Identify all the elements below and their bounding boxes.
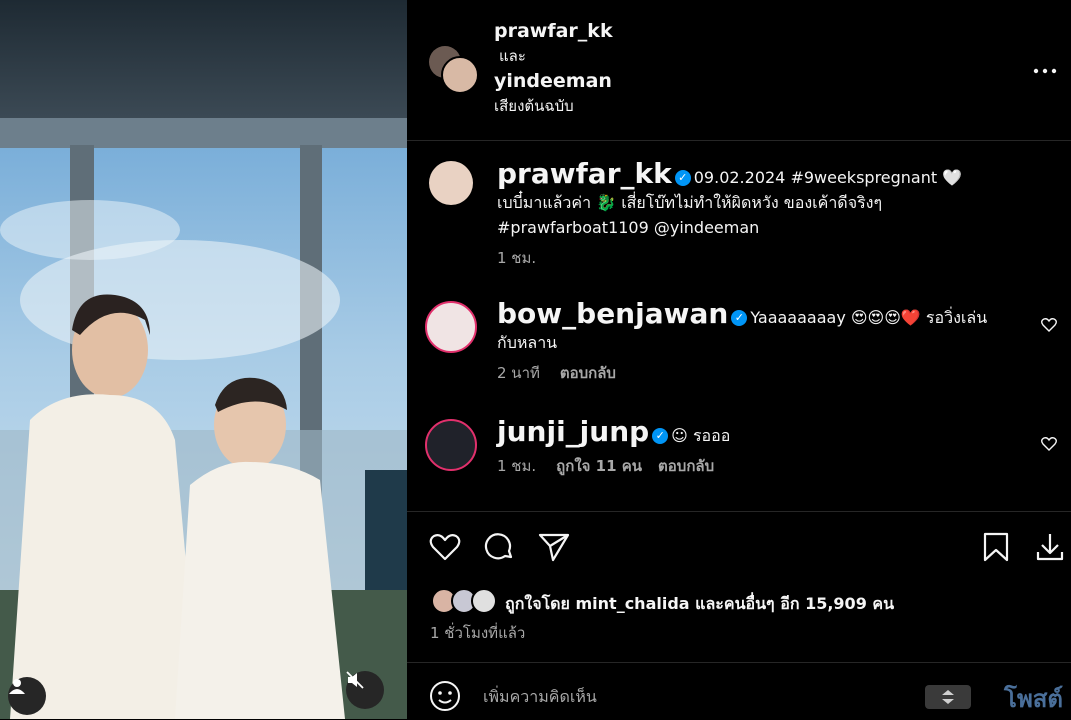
comment-username[interactable]: junji_junp (497, 415, 649, 448)
header-and: และ (499, 47, 526, 65)
post-media[interactable] (0, 0, 407, 719)
download-icon[interactable] (1035, 532, 1065, 562)
verified-badge-icon: ✓ (731, 310, 748, 326)
emoji-icon[interactable] (429, 680, 461, 712)
caption-avatar[interactable] (429, 161, 473, 205)
comment-composer: เพิ่มความคิดเห็น โพสต์ (407, 662, 1071, 720)
heart-outline-icon (1041, 318, 1057, 332)
comment-input[interactable]: เพิ่มความคิดเห็น (483, 685, 597, 710)
chevron-updown-icon (942, 690, 954, 704)
post-panel: prawfar_kk และ yindeeman เสียงต้นฉบับ pr… (407, 0, 1071, 719)
comment-time: 2 นาที (497, 364, 540, 382)
caption-text-line3: #prawfarboat1109 @yindeeman (497, 218, 760, 237)
likes-summary[interactable]: ถูกใจโดย mint_chalida และคนอื่นๆ อีก 15,… (505, 592, 894, 617)
caption-username[interactable]: prawfar_kk (497, 157, 672, 190)
comment-like-button[interactable] (1041, 317, 1057, 336)
liker-avatars-stack (431, 588, 497, 614)
comment-avatar[interactable] (425, 301, 477, 353)
tagged-users-button[interactable] (8, 677, 46, 715)
comment-avatar[interactable] (425, 419, 477, 471)
comment-username[interactable]: bow_benjawan (497, 297, 728, 330)
post-timestamp: 1 ชั่วโมงที่แล้ว (430, 624, 526, 642)
send-icon[interactable] (538, 532, 570, 562)
user-icon (9, 679, 25, 694)
reply-button[interactable]: ตอบกลับ (560, 364, 616, 382)
caption-text-line1: 09.02.2024 #9weekspregnant 🤍 (693, 168, 963, 187)
caption-time: 1 ชม. (497, 249, 537, 267)
verified-badge-icon: ✓ (674, 170, 691, 186)
more-options-button[interactable] (1033, 55, 1057, 80)
scroll-arrows[interactable] (925, 685, 971, 709)
verified-badge-icon: ✓ (652, 428, 669, 444)
mute-icon (346, 671, 364, 689)
post-header: prawfar_kk และ yindeeman เสียงต้นฉบับ (407, 0, 1071, 141)
comment-text-line2: กับหลาน (497, 333, 558, 352)
caption-text-line2: เบบี๋มาแล้วค่า 🐉 เสี่ยโบ๊ทไม่ทำให้ผิดหวั… (497, 193, 883, 212)
bookmark-icon[interactable] (983, 532, 1009, 562)
comment-like-button[interactable] (1041, 436, 1057, 455)
header-user2[interactable]: yindeeman (494, 69, 613, 94)
post-photo (0, 0, 407, 719)
comments-section: prawfar_kk ✓ 09.02.2024 #9weekspregnant 🤍 … (407, 141, 1071, 511)
comment-text-line1: ☺ รอออ (671, 426, 731, 445)
likers-avatars[interactable] (431, 587, 503, 617)
comment-likes-count[interactable]: ถูกใจ 11 คน (556, 457, 642, 475)
post-button[interactable]: โพสต์ (1004, 679, 1063, 718)
comment-icon[interactable] (483, 531, 515, 563)
heart-outline-icon (1041, 437, 1057, 451)
comment-time: 1 ชม. (497, 457, 537, 475)
more-horizontal-icon (1033, 68, 1057, 74)
avatar-yindeeman[interactable] (441, 56, 479, 94)
header-users: prawfar_kk และ yindeeman เสียงต้นฉบับ (494, 19, 613, 119)
audio-label[interactable]: เสียงต้นฉบับ (494, 94, 613, 119)
mute-button[interactable] (346, 671, 384, 709)
comment-text-line1: Yaaaaaaaay 😍😍😍❤️ รอวิ่งเล่น (750, 308, 988, 327)
heart-icon[interactable] (429, 532, 461, 562)
reply-button[interactable]: ตอบกลับ (658, 457, 714, 475)
header-user1[interactable]: prawfar_kk (494, 19, 613, 44)
